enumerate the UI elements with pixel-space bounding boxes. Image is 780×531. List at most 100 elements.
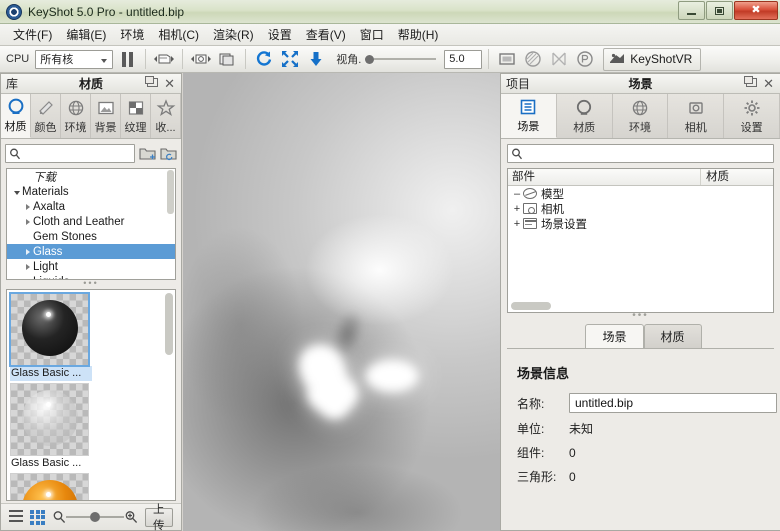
splitter-handle[interactable]: •••	[1, 279, 181, 289]
undock-icon[interactable]	[744, 76, 758, 87]
expander[interactable]: +	[511, 218, 523, 230]
library-tab-materials[interactable]: 材质	[1, 94, 31, 138]
animation-button[interactable]	[547, 48, 571, 70]
minimize-button[interactable]	[678, 1, 705, 20]
sub-tab-material[interactable]: 材质	[643, 324, 702, 348]
slider-track[interactable]	[374, 58, 437, 60]
library-tab-textures[interactable]: 纹理	[121, 94, 151, 138]
menu-help[interactable]: 帮助(H)	[391, 24, 446, 45]
slider-track-right[interactable]	[100, 516, 124, 518]
camera-button[interactable]	[189, 48, 213, 70]
material-thumbnail[interactable]	[10, 473, 89, 500]
menu-camera[interactable]: 相机(C)	[151, 24, 206, 45]
library-search-input[interactable]	[5, 144, 135, 163]
material-thumbnail[interactable]	[9, 292, 90, 367]
zoom-in-icon[interactable]	[124, 510, 138, 524]
refresh-button[interactable]	[252, 48, 276, 70]
render-button[interactable]	[495, 48, 519, 70]
perspective-slider[interactable]	[365, 54, 437, 64]
tree-scrollbar[interactable]	[167, 170, 174, 214]
scene-name-input[interactable]: untitled.bip	[569, 393, 777, 413]
library-button[interactable]	[215, 48, 239, 70]
chevron-right-icon[interactable]	[25, 203, 30, 210]
close-icon[interactable]: ✕	[763, 77, 774, 90]
tab-label: 材质	[4, 121, 27, 133]
chevron-right-icon[interactable]	[25, 248, 30, 255]
library-tab-backgrounds[interactable]: 背景	[91, 94, 121, 138]
sub-tab-scene[interactable]: 场景	[585, 324, 644, 348]
library-dock-label[interactable]: 库	[1, 75, 18, 92]
tree-item-materials[interactable]: Materials	[7, 184, 175, 199]
zoom-out-icon[interactable]	[52, 510, 66, 524]
tree-item-light[interactable]: Light	[7, 259, 175, 274]
grid-view-button[interactable]	[30, 509, 45, 525]
scene-tree-row-model[interactable]: – 模型	[508, 186, 773, 201]
menu-edit[interactable]: 编辑(E)	[59, 24, 113, 45]
pause-render-button[interactable]	[115, 48, 139, 70]
tree-item-gem-stones[interactable]: Gem Stones	[7, 229, 175, 244]
perspective-value-input[interactable]: 5.0	[444, 49, 483, 69]
menu-window[interactable]: 窗口	[353, 24, 391, 45]
library-category-tree[interactable]: 下载 Materials Axalta Cloth and Leather Ge…	[6, 168, 176, 280]
close-button[interactable]: ✖	[734, 1, 778, 20]
menu-view[interactable]: 查看(V)	[299, 24, 353, 45]
material-item[interactable]: Glass Basic ...	[10, 473, 92, 500]
splitter-handle[interactable]: •••	[501, 311, 780, 321]
material-grid-scrollbar[interactable]	[165, 293, 173, 355]
project-dock-label[interactable]: 项目	[501, 75, 530, 92]
scene-tree-scrollbar[interactable]	[511, 302, 551, 310]
menu-settings[interactable]: 设置	[261, 24, 299, 45]
scene-tree[interactable]: 部件 材质 – 模型 + 相机 + 场景设置	[507, 168, 774, 313]
chevron-down-icon[interactable]	[13, 190, 20, 195]
project-search-input[interactable]	[507, 144, 774, 163]
expander[interactable]: +	[511, 203, 523, 215]
import-model-button[interactable]	[152, 48, 176, 70]
project-tab-scene[interactable]: 场景	[501, 94, 557, 138]
scene-tree-row-camera[interactable]: + 相机	[508, 201, 773, 216]
toolbar-separator	[182, 49, 184, 69]
scene-tree-row-scene-settings[interactable]: + 场景设置	[508, 216, 773, 231]
material-item[interactable]: Glass Basic ...	[10, 383, 92, 471]
library-tabs: 材质 颜色 环境 背景 纹理 收...	[1, 94, 181, 139]
chevron-right-icon[interactable]	[25, 263, 30, 270]
project-tab-camera[interactable]: 相机	[668, 94, 725, 138]
maximize-button[interactable]	[706, 1, 733, 20]
close-icon[interactable]: ✕	[164, 77, 175, 90]
save-down-button[interactable]	[304, 48, 328, 70]
undock-icon[interactable]	[145, 76, 159, 87]
project-tab-environment[interactable]: 环境	[612, 94, 669, 138]
keyshotvr-button[interactable]: KeyShotVR	[603, 47, 702, 71]
material-thumbnail[interactable]	[10, 383, 89, 456]
tree-item-glass[interactable]: Glass	[7, 244, 175, 259]
expander[interactable]: –	[511, 188, 523, 200]
slider-knob[interactable]	[90, 512, 100, 522]
thumbnail-size-slider[interactable]	[52, 510, 138, 524]
library-tab-colors[interactable]: 颜色	[31, 94, 61, 138]
project-tab-material[interactable]: 材质	[556, 94, 613, 138]
material-graph-button[interactable]	[521, 48, 545, 70]
slider-knob[interactable]	[365, 54, 375, 64]
tree-item-liquids[interactable]: Liquids	[7, 274, 175, 280]
project-tab-settings[interactable]: 设置	[724, 94, 780, 138]
list-view-button[interactable]	[9, 509, 23, 525]
menu-environment[interactable]: 环境	[113, 24, 151, 45]
parts-value: 0	[569, 445, 576, 460]
new-folder-icon[interactable]	[139, 146, 156, 161]
render-viewport[interactable]	[183, 73, 500, 531]
tree-item-axalta[interactable]: Axalta	[7, 199, 175, 214]
library-tab-favorites[interactable]: 收...	[151, 94, 181, 138]
material-thumbnail-grid[interactable]: Glass Basic ... Glass Basic ... Glass Ba…	[6, 289, 176, 501]
menu-file[interactable]: 文件(F)	[6, 24, 59, 45]
refresh-folder-icon[interactable]	[160, 146, 177, 161]
tree-item-downloads[interactable]: 下载	[7, 169, 175, 184]
menu-render[interactable]: 渲染(R)	[206, 24, 261, 45]
cpu-cores-select[interactable]: 所有核	[35, 49, 114, 69]
chevron-right-icon[interactable]	[25, 218, 30, 225]
upload-button[interactable]: 上传	[145, 504, 173, 531]
keyshotvr-settings-button[interactable]	[573, 48, 597, 70]
slider-track-left[interactable]	[66, 516, 90, 518]
tree-item-cloth-and-leather[interactable]: Cloth and Leather	[7, 214, 175, 229]
library-tab-environments[interactable]: 环境	[61, 94, 91, 138]
material-item[interactable]: Glass Basic ...	[9, 292, 92, 381]
fit-view-button[interactable]	[278, 48, 302, 70]
